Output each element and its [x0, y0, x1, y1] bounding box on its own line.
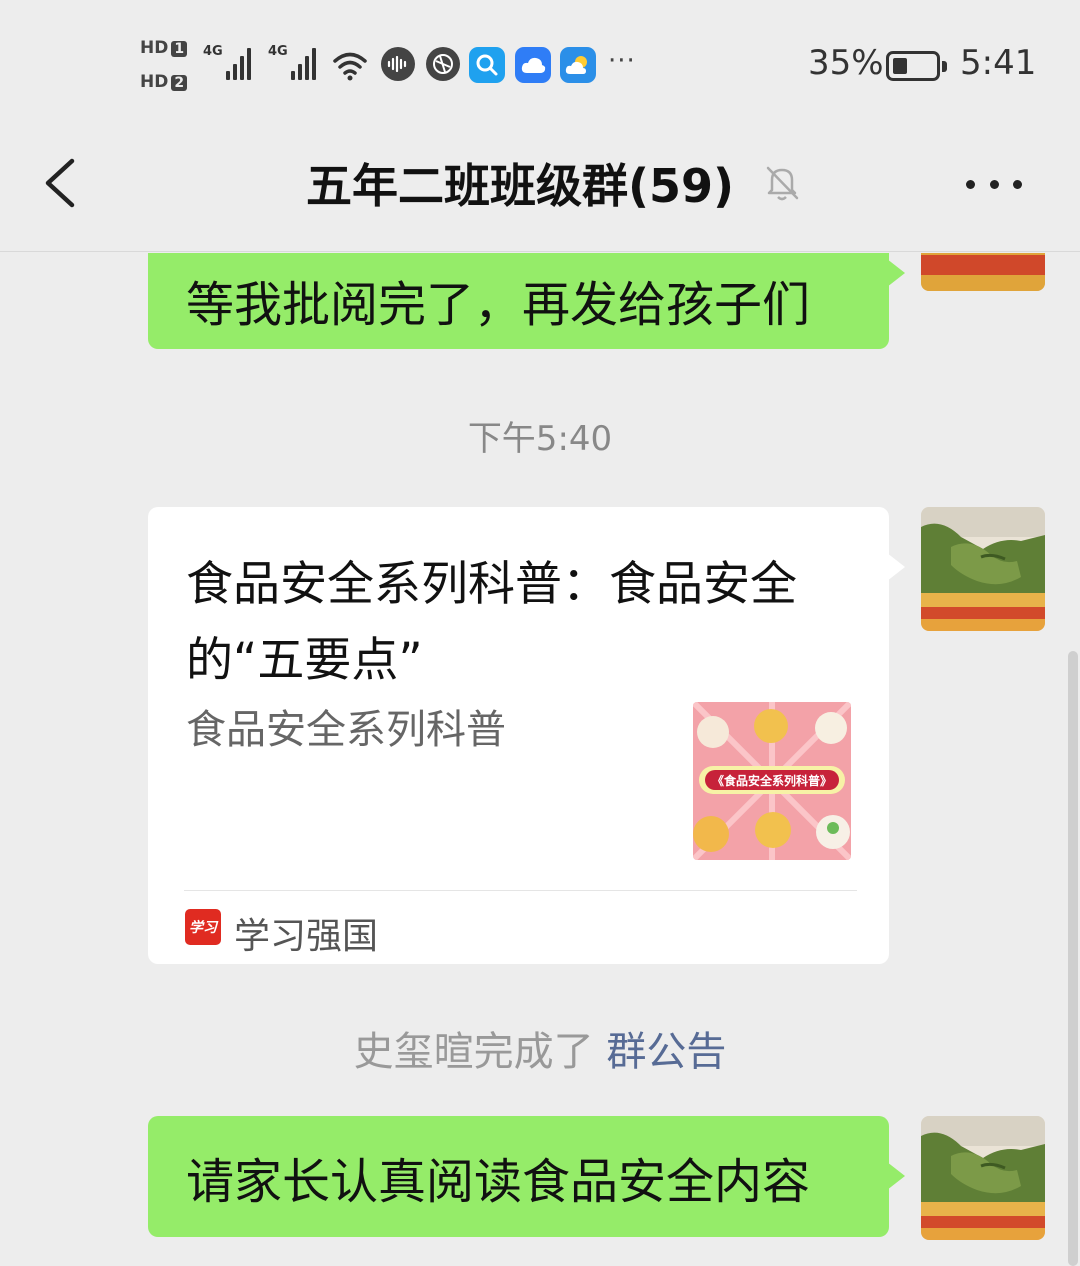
- battery-percent: 35%: [808, 43, 884, 83]
- svg-text:《食品安全系列科普》: 《食品安全系列科普》: [712, 773, 832, 788]
- message-timestamp: 下午5:40: [467, 419, 613, 459]
- chat-title: 五年二班班级群(59): [305, 159, 735, 213]
- weather-app-icon: [560, 47, 596, 83]
- system-notice-text: 史玺暄完成了: [353, 1029, 594, 1075]
- sim2-hd-indicator: HD 2: [140, 72, 188, 92]
- network-type-1: 4G: [203, 44, 223, 59]
- article-source-name: 学习强国: [234, 916, 379, 957]
- status-bar: HD 1 HD 2 4G 4G ··· 35% 5:41: [0, 0, 1080, 130]
- article-title: 食品安全系列科普：食品安全的“五要点”: [186, 557, 797, 688]
- message-text: 等我批阅完了，再发给孩子们: [186, 277, 811, 333]
- xuexi-qiangguo-logo-icon: 学习: [185, 909, 221, 945]
- article-thumbnail: 《食品安全系列科普》: [693, 702, 851, 860]
- sent-message-bubble[interactable]: 等我批阅完了，再发给孩子们: [148, 253, 905, 349]
- signal-icon: [287, 46, 321, 80]
- message-text: 请家长认真阅读食品安全内容: [186, 1153, 811, 1210]
- chat-scrollbar[interactable]: [1068, 651, 1078, 1266]
- voice-icon: [381, 47, 415, 81]
- cloud-app-icon: [515, 47, 551, 83]
- card-divider: [184, 890, 857, 891]
- mute-bell-icon: [766, 166, 799, 201]
- browser-icon: [426, 47, 460, 81]
- article-card[interactable]: 食品安全系列科普：食品安全的“五要点” 食品安全系列科普 《食品安全系列科普》: [148, 507, 905, 964]
- chat-area[interactable]: 等我批阅完了，再发给孩子们 下午5:40 食品安全系列科普：食品安全的“五要点”…: [0, 253, 1080, 1266]
- more-notifications-icon: ···: [608, 46, 636, 76]
- more-menu-icon[interactable]: [964, 154, 1024, 214]
- search-app-icon: [469, 47, 505, 83]
- avatar[interactable]: [921, 253, 1045, 291]
- chat-header: 五年二班班级群(59): [0, 130, 1080, 252]
- group-announcement-link[interactable]: 群公告: [606, 1029, 726, 1075]
- system-notice: 史玺暄完成了 群公告: [0, 1019, 1080, 1077]
- network-type-2: 4G: [268, 44, 288, 59]
- avatar[interactable]: [921, 507, 1045, 631]
- sim1-hd-indicator: HD 1: [140, 38, 188, 58]
- signal-icon: [222, 46, 256, 80]
- battery-icon: [886, 51, 947, 81]
- battery-level-fill: [893, 58, 907, 74]
- article-description: 食品安全系列科普: [186, 707, 506, 753]
- sent-message-bubble[interactable]: 请家长认真阅读食品安全内容: [148, 1116, 905, 1237]
- status-clock: 5:41: [960, 43, 1037, 83]
- avatar[interactable]: [921, 1116, 1045, 1240]
- wifi-icon: [333, 52, 367, 81]
